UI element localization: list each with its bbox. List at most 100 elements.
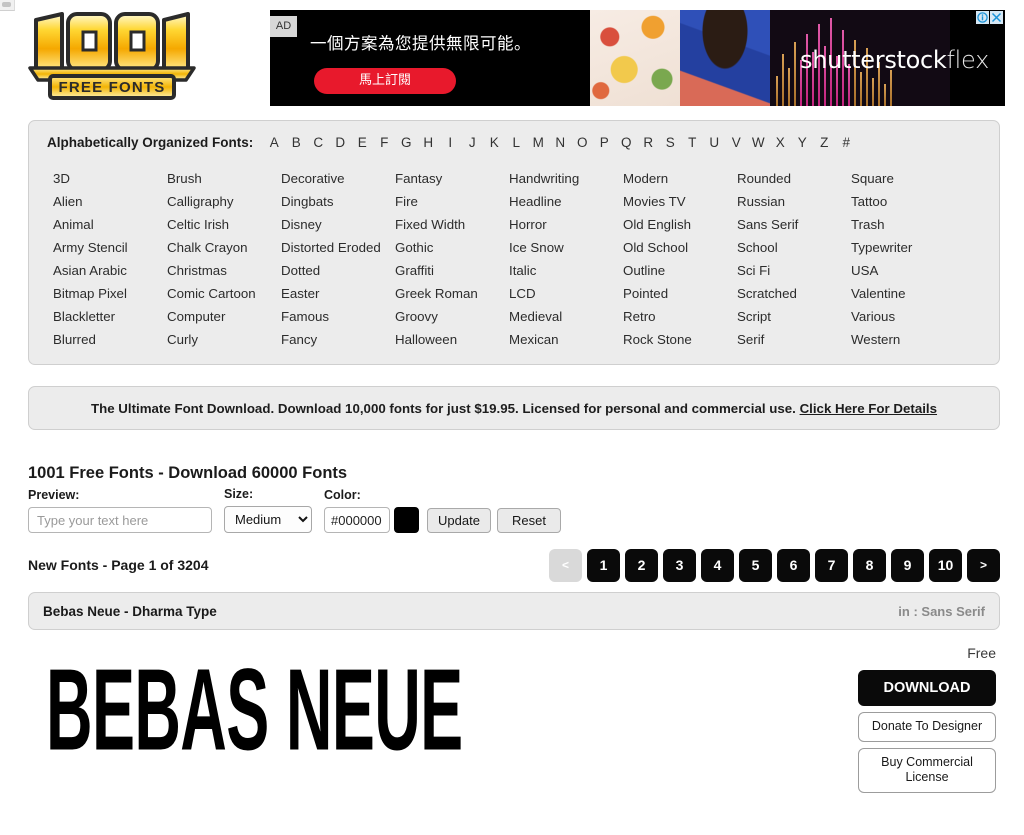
category-link-sans-serif[interactable]: Sans Serif xyxy=(737,213,851,236)
category-link-old-english[interactable]: Old English xyxy=(623,213,737,236)
alphabet-letter-j[interactable]: J xyxy=(461,135,483,150)
pagination-page-8[interactable]: 8 xyxy=(853,548,886,582)
alphabet-letter-n[interactable]: N xyxy=(549,135,571,150)
category-link-christmas[interactable]: Christmas xyxy=(167,259,281,282)
pagination-prev-button[interactable]: < xyxy=(549,548,582,582)
pagination-page-9[interactable]: 9 xyxy=(891,548,924,582)
reset-button[interactable]: Reset xyxy=(497,508,561,533)
category-link-brush[interactable]: Brush xyxy=(167,167,281,190)
category-link-various[interactable]: Various xyxy=(851,305,965,328)
alphabet-letter-v[interactable]: V xyxy=(725,135,747,150)
pagination-page-7[interactable]: 7 xyxy=(815,548,848,582)
alphabet-letter-b[interactable]: B xyxy=(285,135,307,150)
category-link-scratched[interactable]: Scratched xyxy=(737,282,851,305)
category-link-fire[interactable]: Fire xyxy=(395,190,509,213)
category-link-distorted-eroded[interactable]: Distorted Eroded xyxy=(281,236,395,259)
category-link-square[interactable]: Square xyxy=(851,167,965,190)
donate-to-designer-button[interactable]: Donate To Designer xyxy=(858,712,996,742)
buy-commercial-license-button[interactable]: Buy Commercial License xyxy=(858,747,996,793)
alphabet-letter-q[interactable]: Q xyxy=(615,135,637,150)
category-link-blackletter[interactable]: Blackletter xyxy=(53,305,167,328)
category-link-asian-arabic[interactable]: Asian Arabic xyxy=(53,259,167,282)
category-link-modern[interactable]: Modern xyxy=(623,167,737,190)
category-link-trash[interactable]: Trash xyxy=(851,213,965,236)
alphabet-letter-f[interactable]: F xyxy=(373,135,395,150)
site-logo[interactable]: FREE FONTS xyxy=(22,8,202,100)
category-link-comic-cartoon[interactable]: Comic Cartoon xyxy=(167,282,281,305)
color-swatch[interactable] xyxy=(394,507,419,533)
alphabet-letter-k[interactable]: K xyxy=(483,135,505,150)
alphabet-letter-u[interactable]: U xyxy=(703,135,725,150)
pagination-page-1[interactable]: 1 xyxy=(587,548,620,582)
alphabet-letter-w[interactable]: W xyxy=(747,135,769,150)
category-link-fixed-width[interactable]: Fixed Width xyxy=(395,213,509,236)
promo-details-link[interactable]: Click Here For Details xyxy=(800,401,937,416)
category-link-horror[interactable]: Horror xyxy=(509,213,623,236)
alphabet-letter-p[interactable]: P xyxy=(593,135,615,150)
pagination-page-6[interactable]: 6 xyxy=(777,548,810,582)
category-link-bitmap-pixel[interactable]: Bitmap Pixel xyxy=(53,282,167,305)
pagination-page-3[interactable]: 3 xyxy=(663,548,696,582)
category-link-graffiti[interactable]: Graffiti xyxy=(395,259,509,282)
category-link-greek-roman[interactable]: Greek Roman xyxy=(395,282,509,305)
download-button[interactable]: DOWNLOAD xyxy=(858,670,996,706)
ad-info-icon[interactable] xyxy=(976,11,989,24)
pagination-page-5[interactable]: 5 xyxy=(739,548,772,582)
category-link-fantasy[interactable]: Fantasy xyxy=(395,167,509,190)
category-link-typewriter[interactable]: Typewriter xyxy=(851,236,965,259)
category-link-rounded[interactable]: Rounded xyxy=(737,167,851,190)
alphabet-letter-a[interactable]: A xyxy=(263,135,285,150)
ad-cta-button[interactable]: 馬上訂閱 xyxy=(314,68,456,94)
category-link-calligraphy[interactable]: Calligraphy xyxy=(167,190,281,213)
category-link-decorative[interactable]: Decorative xyxy=(281,167,395,190)
alphabet-letter-s[interactable]: S xyxy=(659,135,681,150)
category-link-usa[interactable]: USA xyxy=(851,259,965,282)
category-link-tattoo[interactable]: Tattoo xyxy=(851,190,965,213)
category-link-serif[interactable]: Serif xyxy=(737,328,851,351)
alphabet-letter-l[interactable]: L xyxy=(505,135,527,150)
category-link-groovy[interactable]: Groovy xyxy=(395,305,509,328)
alphabet-letter-e[interactable]: E xyxy=(351,135,373,150)
category-link-italic[interactable]: Italic xyxy=(509,259,623,282)
font-name-link[interactable]: Bebas Neue - Dharma Type xyxy=(43,604,217,619)
category-link-dingbats[interactable]: Dingbats xyxy=(281,190,395,213)
alphabet-letter-y[interactable]: Y xyxy=(791,135,813,150)
category-link-computer[interactable]: Computer xyxy=(167,305,281,328)
pagination-next-button[interactable]: > xyxy=(967,548,1000,582)
category-link-curly[interactable]: Curly xyxy=(167,328,281,351)
alphabet-letter-i[interactable]: I xyxy=(439,135,461,150)
pagination-page-2[interactable]: 2 xyxy=(625,548,658,582)
category-link-3d[interactable]: 3D xyxy=(53,167,167,190)
alphabet-letter-o[interactable]: O xyxy=(571,135,593,150)
pagination-page-4[interactable]: 4 xyxy=(701,548,734,582)
alphabet-letter-r[interactable]: R xyxy=(637,135,659,150)
pagination-page-10[interactable]: 10 xyxy=(929,548,962,582)
category-link-old-school[interactable]: Old School xyxy=(623,236,737,259)
alphabet-letter-c[interactable]: C xyxy=(307,135,329,150)
category-link-rock-stone[interactable]: Rock Stone xyxy=(623,328,737,351)
category-link-medieval[interactable]: Medieval xyxy=(509,305,623,328)
category-link-outline[interactable]: Outline xyxy=(623,259,737,282)
category-link-easter[interactable]: Easter xyxy=(281,282,395,305)
category-link-blurred[interactable]: Blurred xyxy=(53,328,167,351)
category-link-headline[interactable]: Headline xyxy=(509,190,623,213)
category-link-russian[interactable]: Russian xyxy=(737,190,851,213)
alphabet-letter-z[interactable]: Z xyxy=(813,135,835,150)
preview-input[interactable] xyxy=(28,507,212,533)
category-link-halloween[interactable]: Halloween xyxy=(395,328,509,351)
category-link-valentine[interactable]: Valentine xyxy=(851,282,965,305)
category-link-movies-tv[interactable]: Movies TV xyxy=(623,190,737,213)
alphabet-letter-h[interactable]: H xyxy=(417,135,439,150)
color-input[interactable] xyxy=(324,507,390,533)
category-link-lcd[interactable]: LCD xyxy=(509,282,623,305)
alphabet-letter-m[interactable]: M xyxy=(527,135,549,150)
category-link-celtic-irish[interactable]: Celtic Irish xyxy=(167,213,281,236)
alphabet-letter-d[interactable]: D xyxy=(329,135,351,150)
ad-close-icon[interactable] xyxy=(990,11,1003,24)
update-button[interactable]: Update xyxy=(427,508,491,533)
category-link-script[interactable]: Script xyxy=(737,305,851,328)
category-link-sci-fi[interactable]: Sci Fi xyxy=(737,259,851,282)
size-select[interactable]: Medium xyxy=(224,506,312,533)
alphabet-letter-g[interactable]: G xyxy=(395,135,417,150)
category-link-handwriting[interactable]: Handwriting xyxy=(509,167,623,190)
